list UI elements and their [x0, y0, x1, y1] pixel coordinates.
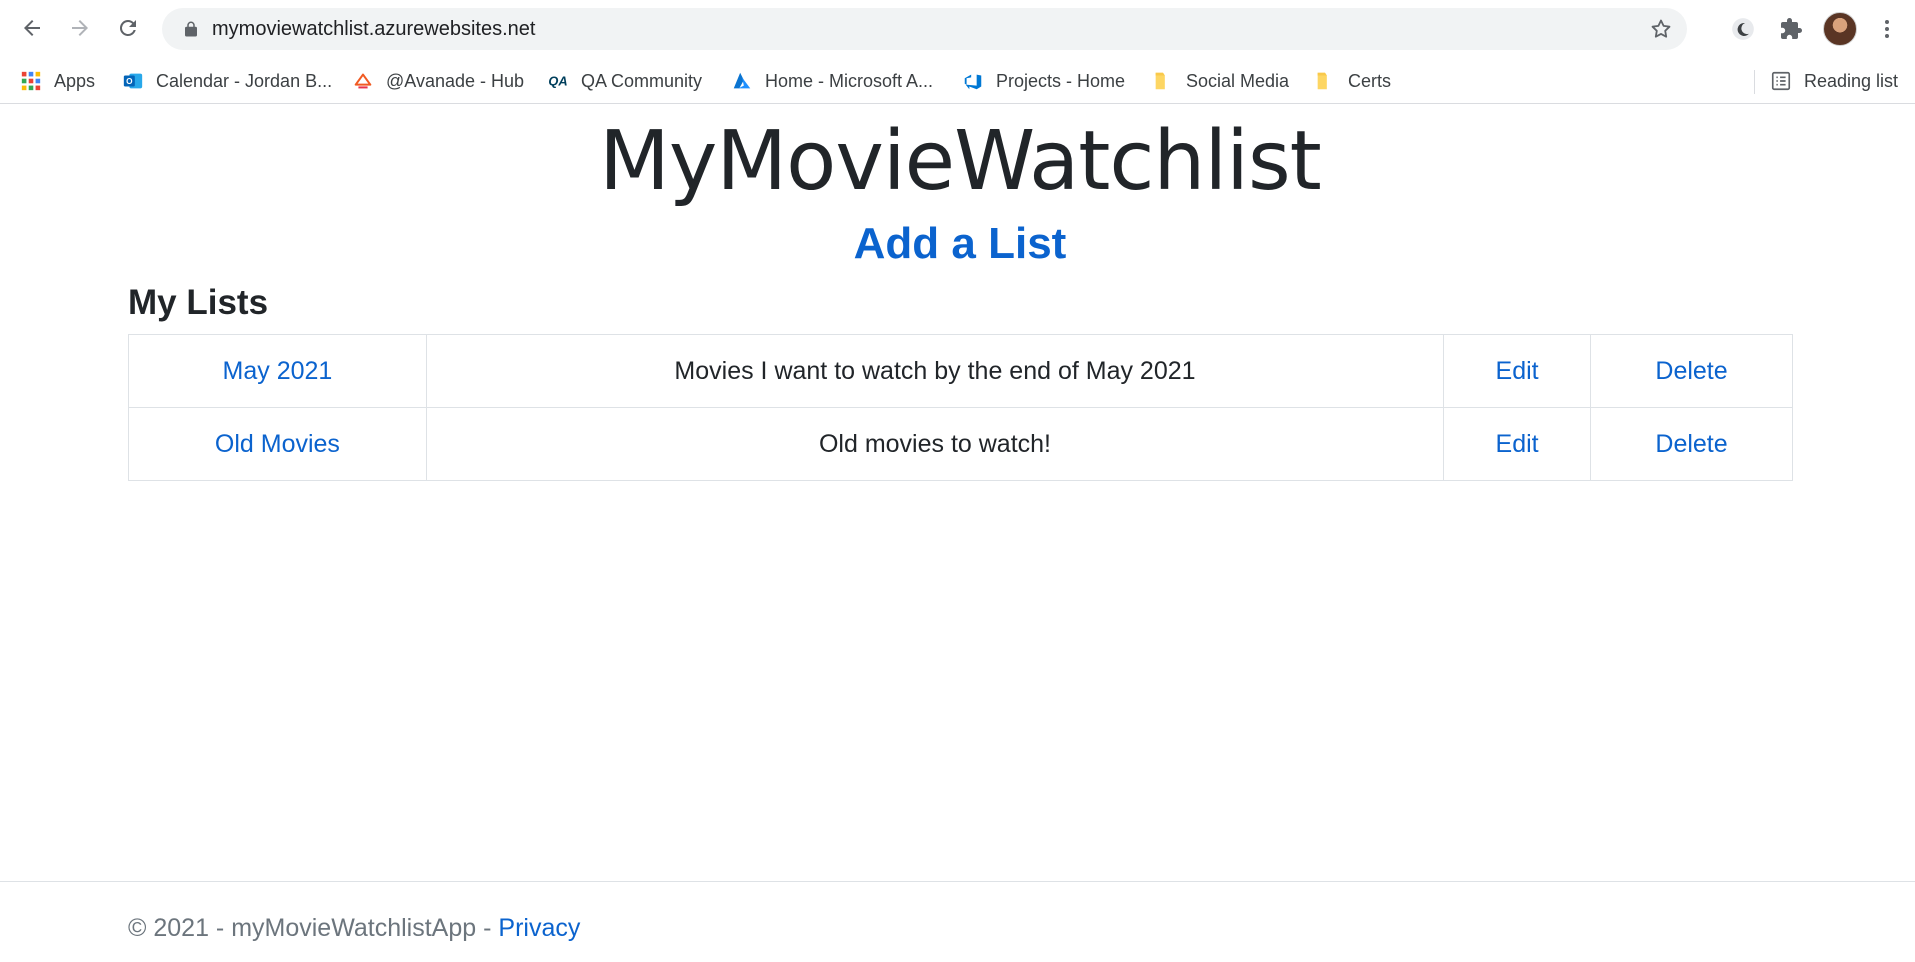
delete-cell: Delete: [1590, 334, 1793, 408]
url-text[interactable]: mymoviewatchlist.azurewebsites.net: [212, 18, 535, 41]
bookmarks-divider: [1754, 70, 1755, 94]
footer-text: © 2021 - myMovieWatchlistApp - Privacy: [128, 914, 580, 943]
bookmarks-bar: Apps O Calendar - Jordan B... @Avanade -…: [0, 58, 1915, 104]
bookmark-microsoft-azure[interactable]: Home - Microsoft A...: [731, 66, 933, 96]
bookmark-star-icon[interactable]: [1649, 17, 1673, 41]
apps-grid-icon: [21, 71, 41, 91]
bookmark-label: Apps: [54, 70, 96, 91]
devops-icon: [964, 74, 982, 90]
edit-link[interactable]: Edit: [1496, 430, 1539, 458]
lists-table: May 2021 Movies I want to watch by the e…: [128, 334, 1793, 481]
extensions-button[interactable]: [1774, 12, 1808, 46]
page-title: MyMovieWatchlist: [599, 114, 1322, 209]
list-name-link[interactable]: Old Movies: [215, 430, 340, 458]
puzzle-icon: [1781, 18, 1802, 39]
arrow-left-icon: [24, 20, 40, 36]
lock-icon: [185, 21, 197, 37]
list-description: Movies I want to watch by the end of May…: [425, 334, 1445, 408]
table-row: May 2021 Movies I want to watch by the e…: [128, 334, 1793, 408]
list-name-link[interactable]: May 2021: [223, 357, 333, 385]
list-name-cell: May 2021: [128, 334, 427, 408]
delete-cell: Delete: [1590, 407, 1793, 481]
bookmark-calendar[interactable]: O Calendar - Jordan B...: [122, 66, 332, 96]
bookmark-folder-certs[interactable]: Certs: [1314, 66, 1391, 96]
bookmark-label: Home - Microsoft A...: [765, 70, 934, 91]
edit-cell: Edit: [1443, 407, 1592, 481]
browser-menu-button[interactable]: [1870, 12, 1904, 46]
reading-list-icon: [1771, 71, 1791, 91]
browser-toolbar: mymoviewatchlist.azurewebsites.net: [0, 0, 1915, 58]
bookmark-label: Certs: [1348, 70, 1392, 91]
list-name-cell: Old Movies: [128, 407, 427, 481]
reload-icon: [119, 19, 136, 36]
reading-list-button[interactable]: Reading list: [1770, 66, 1898, 96]
avanade-icon: [354, 73, 372, 89]
list-description: Old movies to watch!: [425, 407, 1445, 481]
reading-list-label: Reading list: [1804, 70, 1899, 91]
folder-icon: [1317, 72, 1327, 90]
delete-link[interactable]: Delete: [1655, 430, 1727, 458]
more-vertical-icon: [1885, 20, 1889, 38]
arrow-right-icon: [72, 20, 88, 36]
bookmark-avanade-hub[interactable]: @Avanade - Hub: [352, 66, 524, 96]
bookmark-qa-community[interactable]: QA QA Community: [547, 66, 702, 96]
edit-link[interactable]: Edit: [1496, 357, 1539, 385]
footer: © 2021 - myMovieWatchlistApp - Privacy: [0, 881, 1915, 962]
bookmark-label: @Avanade - Hub: [386, 70, 525, 91]
reload-button[interactable]: [110, 10, 146, 46]
profile-avatar[interactable]: [1823, 12, 1857, 46]
back-button[interactable]: [14, 10, 50, 46]
delete-link[interactable]: Delete: [1655, 357, 1727, 385]
privacy-link[interactable]: Privacy: [498, 914, 580, 942]
add-list-link[interactable]: Add a List: [0, 216, 1915, 272]
my-lists-heading: My Lists: [128, 283, 269, 322]
edit-cell: Edit: [1443, 334, 1592, 408]
address-bar[interactable]: mymoviewatchlist.azurewebsites.net: [162, 8, 1687, 50]
azure-icon: [733, 72, 751, 89]
svg-text:QA: QA: [548, 74, 567, 89]
folder-icon: [1155, 72, 1165, 90]
forward-button[interactable]: [62, 10, 98, 46]
bookmark-apps[interactable]: Apps: [20, 66, 95, 96]
dark-mode-extension-button[interactable]: [1726, 12, 1760, 46]
bookmark-label: Social Media: [1186, 70, 1290, 91]
outlook-icon: O: [123, 73, 143, 89]
bookmark-projects-home[interactable]: Projects - Home: [962, 66, 1125, 96]
table-row: Old Movies Old movies to watch! Edit Del…: [128, 407, 1793, 481]
moon-icon: [1732, 18, 1754, 40]
bookmark-label: QA Community: [581, 70, 703, 91]
copyright-text: © 2021 - myMovieWatchlistApp -: [128, 914, 499, 942]
bookmark-label: Calendar - Jordan B...: [156, 70, 333, 91]
bookmark-label: Projects - Home: [996, 70, 1126, 91]
qa-icon: QA: [548, 74, 567, 89]
svg-text:O: O: [126, 77, 133, 86]
bookmark-folder-social-media[interactable]: Social Media: [1152, 66, 1289, 96]
